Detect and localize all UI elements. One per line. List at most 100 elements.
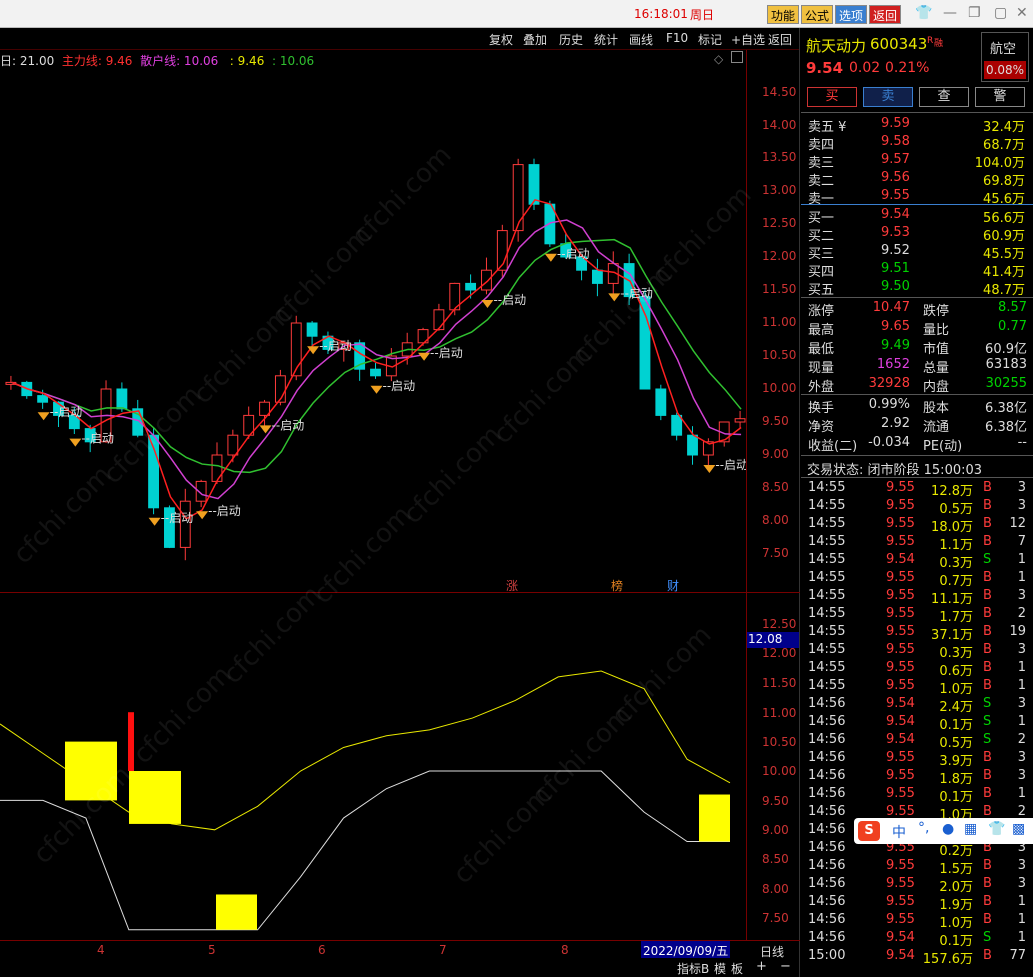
- tick-row-cell: 2: [1017, 804, 1026, 819]
- tick-row[interactable]: 14:55 9.55 1.1万 B 7: [801, 534, 1033, 553]
- bid-row[interactable]: 买四 9.51 41.4万: [801, 261, 1033, 280]
- ime-toolbar[interactable]: S 中 °, ● ▦ 👕 ▩: [854, 818, 1033, 844]
- bid-row[interactable]: 买五 9.50 48.7万: [801, 279, 1033, 298]
- tick-row[interactable]: 14:55 9.55 0.5万 B 3: [801, 498, 1033, 517]
- tool-draw[interactable]: 画线: [629, 31, 653, 48]
- stat-row[interactable]: 换手 0.99% 股本 6.38亿: [801, 397, 1033, 416]
- bid-row[interactable]: 买二 9.53 60.9万: [801, 225, 1033, 244]
- skin-icon[interactable]: 👕: [915, 5, 932, 21]
- tick-row[interactable]: 14:56 9.55 1.5万 B 3: [801, 858, 1033, 877]
- indicator-tab[interactable]: 指标B: [677, 960, 709, 977]
- tick-row[interactable]: 14:56 9.54 0.5万 S 2: [801, 732, 1033, 751]
- sell-button[interactable]: 卖: [863, 87, 913, 107]
- template-tab[interactable]: 模: [714, 960, 726, 977]
- tool-add-watchlist[interactable]: +自选: [731, 31, 765, 48]
- template-tab-2[interactable]: 板: [731, 960, 743, 977]
- tick-row[interactable]: 15:00 9.54 157.6万 B 77: [801, 948, 1033, 967]
- restore-icon[interactable]: ❐: [968, 5, 981, 21]
- toolbox-icon[interactable]: ▩: [1012, 821, 1025, 837]
- stat-row[interactable]: 现量 1652 总量 63183: [801, 357, 1033, 376]
- bid-row[interactable]: 买一 9.54 56.6万: [801, 207, 1033, 226]
- tick-row-cell: 14:55: [808, 498, 846, 513]
- ask-row[interactable]: 卖三 9.57 104.0万: [801, 152, 1033, 171]
- tick-row-cell: 9.54: [886, 552, 915, 567]
- tick-row[interactable]: 14:56 9.55 2.0万 B 3: [801, 876, 1033, 895]
- bid-row[interactable]: 买三 9.52 45.5万: [801, 243, 1033, 262]
- tick-row[interactable]: 14:55 9.55 1.7万 B 2: [801, 606, 1033, 625]
- tick-row[interactable]: 14:55 9.55 0.6万 B 1: [801, 660, 1033, 679]
- stat-row[interactable]: 最高 9.65 量比 0.77: [801, 319, 1033, 338]
- alert-button[interactable]: 警: [975, 87, 1025, 107]
- ime-mode[interactable]: 中: [892, 822, 906, 842]
- tool-return[interactable]: 返回: [768, 31, 792, 48]
- tick-row[interactable]: 14:56 9.55 1.8万 B 3: [801, 768, 1033, 787]
- sector-name[interactable]: 航空: [990, 38, 1016, 57]
- zoom-in-button[interactable]: +: [756, 959, 767, 974]
- tick-row[interactable]: 14:55 9.55 18.0万 B 12: [801, 516, 1033, 535]
- tool-history[interactable]: 历史: [559, 31, 583, 48]
- maximize-icon[interactable]: ▢: [994, 5, 1007, 21]
- ask-row-cell: 9.57: [881, 152, 910, 167]
- back-button[interactable]: 返回: [869, 5, 902, 24]
- tick-row[interactable]: 14:55 9.54 0.3万 S 1: [801, 552, 1033, 571]
- event-label-limit-up[interactable]: 涨: [506, 577, 518, 594]
- tool-overlay[interactable]: 叠加: [523, 31, 547, 48]
- tick-row-cell: 0.7万: [939, 574, 973, 589]
- tick-row[interactable]: 14:56 9.54 0.1万 S 1: [801, 714, 1033, 733]
- tick-row[interactable]: 14:55 9.55 12.8万 B 3: [801, 480, 1033, 499]
- stat-row[interactable]: 外盘 32928 内盘 30255: [801, 376, 1033, 395]
- signal-marker: [69, 438, 82, 447]
- formula-button[interactable]: 公式: [801, 5, 834, 24]
- tick-row-cell: 3: [1017, 696, 1026, 711]
- function-button[interactable]: 功能: [767, 5, 800, 24]
- tick-row[interactable]: 14:56 9.55 3.9万 B 3: [801, 750, 1033, 769]
- price-axis-label: 11.50: [762, 282, 797, 296]
- indicator-chart[interactable]: [0, 596, 746, 938]
- query-button[interactable]: 查: [919, 87, 969, 107]
- tick-row[interactable]: 14:55 9.55 11.1万 B 3: [801, 588, 1033, 607]
- tick-row[interactable]: 14:55 9.55 37.1万 B 19: [801, 624, 1033, 643]
- settings-box-icon[interactable]: [731, 51, 743, 63]
- diamond-icon[interactable]: ◇: [714, 52, 723, 66]
- close-icon[interactable]: ✕: [1016, 5, 1028, 21]
- stat-row[interactable]: 净资 2.92 流通 6.38亿: [801, 416, 1033, 435]
- tick-row-cell: 14:56: [808, 822, 846, 837]
- tick-row[interactable]: 14:55 9.55 1.0万 B 1: [801, 678, 1033, 697]
- tick-row[interactable]: 14:56 9.55 0.1万 B 1: [801, 786, 1033, 805]
- tool-adjust[interactable]: 复权: [489, 31, 513, 48]
- zoom-out-button[interactable]: −: [780, 959, 791, 974]
- tick-row-cell: S: [983, 552, 992, 567]
- tick-row[interactable]: 14:55 9.55 0.3万 B 3: [801, 642, 1033, 661]
- legend-v2: : 10.06: [271, 54, 315, 68]
- tick-row-cell: 9.55: [886, 570, 915, 585]
- stat-row[interactable]: 收益(二) -0.034 PE(动) --: [801, 435, 1033, 454]
- candlestick-chart[interactable]: --启动 --启动 --启动 --启动 --启动 --启动 --启动 --启动 --启动 --启动…: [0, 70, 746, 590]
- ask-row[interactable]: 卖二 9.56 69.8万: [801, 170, 1033, 189]
- tick-row-cell: 1.8万: [939, 772, 973, 787]
- microphone-icon[interactable]: ●: [942, 821, 954, 837]
- tick-row-cell: 14:55: [808, 642, 846, 657]
- tool-f10[interactable]: F10: [666, 31, 688, 45]
- stat-row[interactable]: 涨停 10.47 跌停 8.57: [801, 300, 1033, 319]
- tick-row[interactable]: 14:56 9.54 0.1万 S 1: [801, 930, 1033, 949]
- ask-row[interactable]: 卖五 ¥ 9.59 32.4万: [801, 116, 1033, 135]
- options-button[interactable]: 选项: [835, 5, 868, 24]
- tick-row[interactable]: 14:56 9.55 1.9万 B 1: [801, 894, 1033, 913]
- keyboard-icon[interactable]: ▦: [964, 821, 977, 837]
- buy-button[interactable]: 买: [807, 87, 857, 107]
- skin-icon[interactable]: 👕: [988, 821, 1005, 837]
- tick-row-cell: 9.54: [886, 696, 915, 711]
- tick-row[interactable]: 14:56 9.55 1.0万 B 1: [801, 912, 1033, 931]
- event-label-finance[interactable]: 财: [667, 577, 679, 594]
- tool-mark[interactable]: 标记: [698, 31, 722, 48]
- ime-logo-icon[interactable]: S: [858, 821, 880, 841]
- tool-stats[interactable]: 统计: [594, 31, 618, 48]
- minimize-icon[interactable]: —: [943, 5, 957, 21]
- tick-row[interactable]: 14:56 9.54 2.4万 S 3: [801, 696, 1033, 715]
- stat-row[interactable]: 最低 9.49 市值 60.9亿: [801, 338, 1033, 357]
- tick-row[interactable]: 14:55 9.55 0.7万 B 1: [801, 570, 1033, 589]
- tick-row-cell: 1: [1017, 570, 1026, 585]
- punctuation-icon[interactable]: °,: [918, 820, 929, 836]
- event-label-list[interactable]: 榜: [611, 577, 623, 594]
- ask-row[interactable]: 卖四 9.58 68.7万: [801, 134, 1033, 153]
